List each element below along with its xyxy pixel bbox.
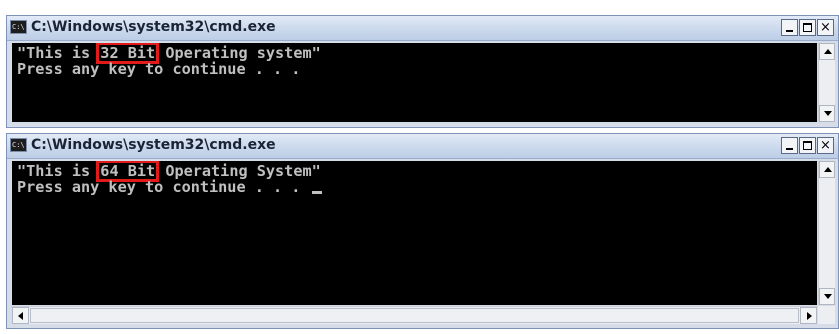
cmd-icon[interactable]: C:\: [10, 138, 27, 152]
console-line: Press any key to continue . . .: [17, 60, 301, 78]
highlighted-bitness: 32 Bit: [96, 43, 160, 64]
minimize-button[interactable]: [781, 137, 798, 154]
vertical-scrollbar[interactable]: [818, 161, 835, 305]
arrow-up-icon: [824, 49, 832, 54]
scroll-left-button[interactable]: [12, 307, 29, 324]
cmd-icon[interactable]: C:\: [10, 20, 27, 34]
maximize-button[interactable]: [799, 137, 816, 154]
cmd-window-32bit[interactable]: C:\ C:\Windows\system32\cmd.exe × "This …: [6, 15, 839, 128]
console-line: Press any key to continue . . .: [17, 179, 817, 195]
caption-buttons: ×: [780, 137, 834, 155]
scroll-right-button[interactable]: [800, 307, 817, 324]
window-title: C:\Windows\system32\cmd.exe: [31, 19, 276, 35]
console-output[interactable]: "This is 64 Bit Operating System" Press …: [12, 161, 817, 305]
arrow-up-icon: [824, 167, 832, 172]
console-line: "This is 64 Bit Operating System": [17, 161, 817, 182]
console-output[interactable]: "This is 32 Bit Operating system" Press …: [12, 43, 817, 122]
cmd-window-64bit[interactable]: C:\ C:\Windows\system32\cmd.exe × "This …: [6, 133, 839, 329]
close-button[interactable]: ×: [817, 19, 834, 36]
highlighted-bitness: 64 Bit: [96, 161, 160, 182]
text-cursor: [311, 191, 322, 194]
scroll-down-button[interactable]: [819, 288, 835, 305]
title-bar[interactable]: C:\ C:\Windows\system32\cmd.exe ×: [7, 134, 838, 159]
line-text: Press any key to continue . . .: [17, 178, 310, 196]
horizontal-scrollbar[interactable]: [12, 306, 817, 324]
resize-grip[interactable]: [818, 306, 835, 324]
arrow-down-icon: [824, 111, 832, 116]
scroll-up-button[interactable]: [819, 161, 835, 178]
close-button[interactable]: ×: [817, 137, 834, 154]
maximize-button[interactable]: [799, 19, 816, 36]
minimize-button[interactable]: [781, 19, 798, 36]
scroll-up-button[interactable]: [819, 43, 835, 60]
title-bar[interactable]: C:\ C:\Windows\system32\cmd.exe ×: [7, 16, 838, 41]
caption-buttons: ×: [780, 19, 834, 37]
console-line: "This is 32 Bit Operating system": [17, 43, 817, 64]
arrow-down-icon: [824, 294, 832, 299]
arrow-right-icon: [807, 312, 812, 320]
vertical-scrollbar[interactable]: [818, 43, 835, 122]
window-title: C:\Windows\system32\cmd.exe: [31, 137, 276, 153]
arrow-left-icon: [18, 312, 23, 320]
scroll-thumb[interactable]: [30, 308, 799, 323]
scroll-down-button[interactable]: [819, 105, 835, 122]
